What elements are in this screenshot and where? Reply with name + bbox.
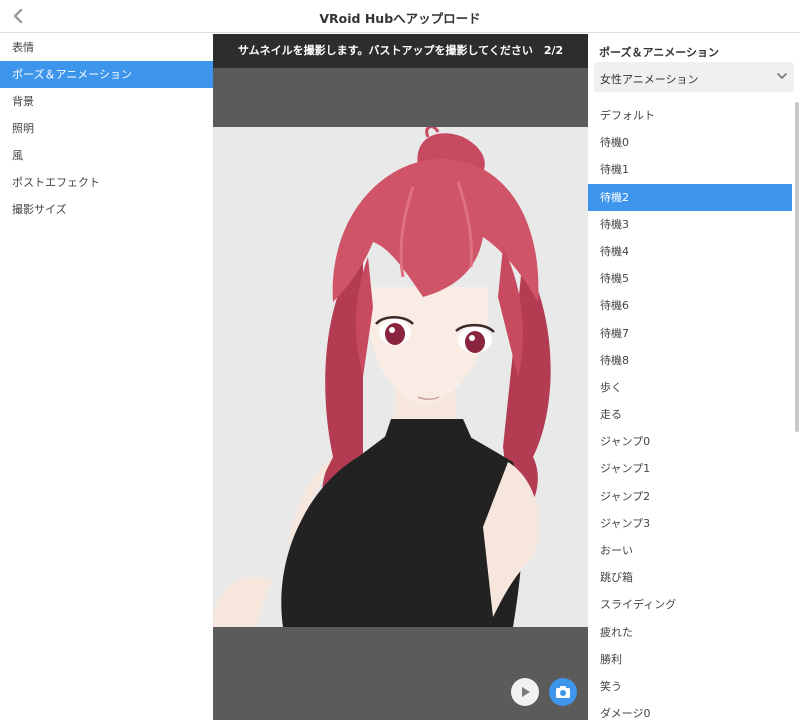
animation-item[interactable]: ジャンプ1	[588, 455, 792, 482]
animation-item[interactable]: 待機6	[588, 292, 792, 319]
animation-item[interactable]: 走る	[588, 401, 792, 428]
animation-item[interactable]: 待機4	[588, 238, 792, 265]
animation-item[interactable]: 待機2	[588, 183, 792, 211]
sidebar-item-capture-size[interactable]: 撮影サイズ	[0, 196, 213, 223]
sidebar-item-expression[interactable]: 表情	[0, 34, 213, 61]
page-title: VRoid Hubへアップロード	[319, 11, 481, 26]
animation-item[interactable]: デフォルト	[588, 102, 792, 129]
animation-item[interactable]: 待機7	[588, 320, 792, 347]
animation-item[interactable]: 待機8	[588, 347, 792, 374]
capture-thumbnail-button[interactable]	[549, 678, 577, 706]
sidebar-item-pose-animation[interactable]: ポーズ＆アニメーション	[0, 61, 213, 88]
animation-item[interactable]: 笑う	[588, 673, 792, 700]
animation-item[interactable]: 疲れた	[588, 619, 792, 646]
app-header: VRoid Hubへアップロード	[0, 0, 800, 33]
animation-item[interactable]: 待機5	[588, 265, 792, 292]
animation-item[interactable]: 跳び箱	[588, 564, 792, 591]
capture-area: サムネイルを撮影します。バストアップを撮影してください 2/2	[213, 34, 588, 720]
settings-sidebar: 表情 ポーズ＆アニメーション 背景 照明 風 ポストエフェクト 撮影サイズ	[0, 34, 213, 720]
play-animation-button[interactable]	[511, 678, 539, 706]
select-value: 女性アニメーション	[600, 73, 699, 86]
sidebar-item-lighting[interactable]: 照明	[0, 115, 213, 142]
scrollbar-thumb[interactable]	[795, 102, 799, 432]
animation-item[interactable]: スライディング	[588, 591, 792, 618]
animation-item[interactable]: 待機1	[588, 156, 792, 183]
animation-item[interactable]: ダメージ0	[588, 700, 792, 720]
sidebar-item-post-effect[interactable]: ポストエフェクト	[0, 169, 213, 196]
sidebar-item-wind[interactable]: 風	[0, 142, 213, 169]
instruction-banner: サムネイルを撮影します。バストアップを撮影してください 2/2	[213, 34, 588, 68]
animation-item[interactable]: ジャンプ0	[588, 428, 792, 455]
sidebar-item-background[interactable]: 背景	[0, 88, 213, 115]
animation-item[interactable]: 歩く	[588, 374, 792, 401]
animation-item[interactable]: ジャンプ2	[588, 483, 792, 510]
chevron-down-icon	[777, 73, 787, 79]
panel-title: ポーズ＆アニメーション	[599, 46, 720, 59]
animation-item[interactable]: 待機0	[588, 129, 792, 156]
animation-item[interactable]: 待機3	[588, 211, 792, 238]
animation-item[interactable]: ジャンプ3	[588, 510, 792, 537]
animation-item[interactable]: おーい	[588, 537, 792, 564]
animation-item[interactable]: 勝利	[588, 646, 792, 673]
avatar-render	[213, 127, 551, 627]
camera-icon	[556, 686, 570, 698]
animation-set-select[interactable]: 女性アニメーション	[594, 62, 794, 92]
model-preview[interactable]	[213, 127, 588, 627]
play-icon	[522, 687, 530, 697]
animation-panel: ポーズ＆アニメーション 女性アニメーション デフォルト 待機0 待機1 待機2 待機3 待…	[588, 34, 800, 720]
animation-list: デフォルト 待機0 待機1 待機2 待機3 待機4 待機5 待機6 待機7 待機8 歩く 走る ジャンプ…	[588, 102, 792, 720]
